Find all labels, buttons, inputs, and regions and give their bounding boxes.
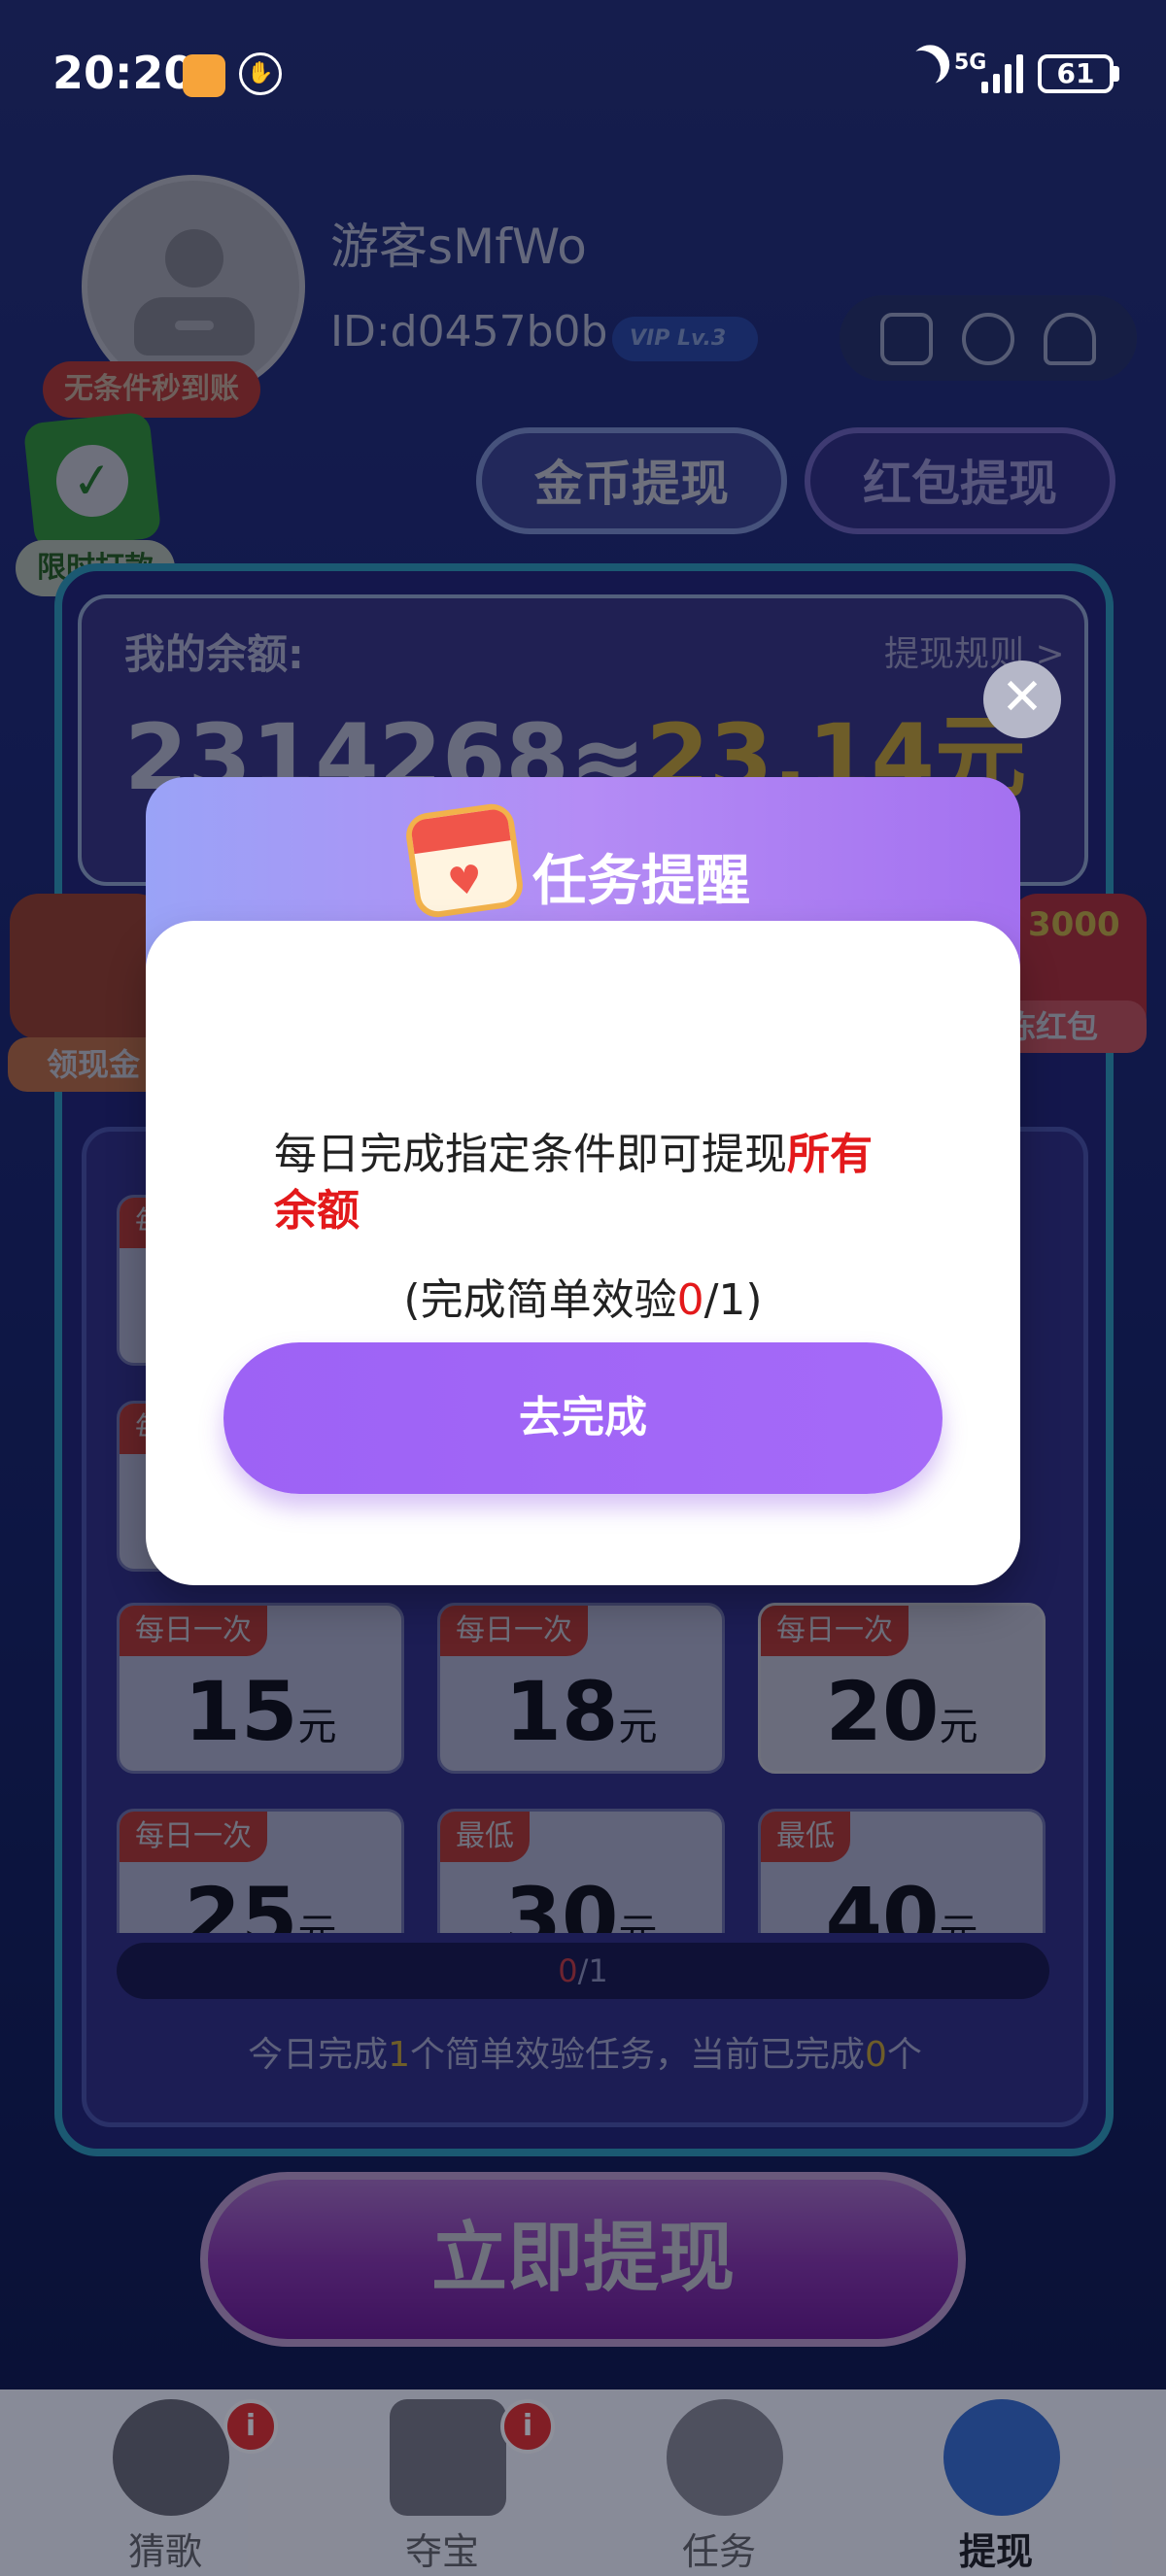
close-icon[interactable]: ✕ [983,661,1061,738]
amount-option-15[interactable]: 每日一次 15元 [117,1603,404,1774]
bill-icon[interactable] [880,313,933,365]
option-amount: 25元 [184,1870,337,1933]
battery-tip [1114,66,1119,82]
modal-message: 每日完成指定条件即可提现所有余额 [274,1130,873,1236]
withdraw-now-button[interactable]: 立即提现 [200,2172,966,2347]
option-tag: 每日一次 [120,1812,267,1862]
amount-option-25[interactable]: 每日一次 25元 [117,1809,404,1933]
progress-done: 0 [558,1952,578,1989]
hand-notification-icon: ✋ [239,52,282,95]
amount-option-18[interactable]: 每日一次 18元 [437,1603,725,1774]
instant-arrival-badge: 无条件秒到账 [43,361,260,418]
toolbar [840,295,1137,381]
tab-coin-withdraw[interactable]: 金币提现 [476,427,787,534]
option-tag: 最低 [440,1812,530,1862]
option-tag: 最低 [761,1812,850,1862]
modal-progress-text: (完成简单效验0/1) [403,1275,763,1325]
option-tag: 每日一次 [120,1606,267,1656]
option-tag: 每日一次 [440,1606,588,1656]
status-time: 20:20 [52,47,195,99]
vip-badge: VIP Lv.3 [612,317,758,361]
balance-label: 我的余额: [124,630,304,678]
option-amount: 40元 [825,1870,978,1933]
signal-icon [981,54,1024,93]
modal-title: 任务提醒 [532,850,750,913]
tab-redpacket-withdraw[interactable]: 红包提现 [805,427,1115,534]
progress-total: /1 [577,1952,608,1989]
moon-icon [899,48,943,92]
status-bar: 20:20 ✋ 5G 61 [0,0,1166,146]
username: 游客sMfWo [330,219,587,275]
option-tag: 每日一次 [761,1606,909,1656]
calendar-icon: ♥ [403,800,526,921]
battery-icon: 61 [1038,54,1114,93]
check-icon[interactable]: ✓ [22,411,162,551]
headset-icon[interactable] [1044,313,1096,365]
treasure-chest-icon[interactable] [10,894,165,1039]
go-complete-button[interactable]: 去完成 [223,1342,943,1494]
option-amount: 30元 [504,1870,658,1933]
option-amount: 18元 [504,1664,658,1759]
nav-dim-overlay [0,2390,1166,2576]
user-id: ID:d0457b0b [330,307,608,356]
app-notification-icon [183,54,225,97]
amount-option-30[interactable]: 最低 30元 [437,1809,725,1933]
amount-option-40[interactable]: 最低 40元 [758,1809,1046,1933]
task-progress-bar: 0/1 [117,1943,1049,1999]
amount-option-20[interactable]: 每日一次 20元 [758,1603,1046,1774]
option-amount: 15元 [184,1664,337,1759]
daily-task-text: 今日完成1个简单效验任务，当前已完成0个 [248,2035,922,2075]
option-amount: 20元 [825,1664,978,1759]
settings-gear-icon[interactable] [962,313,1014,365]
